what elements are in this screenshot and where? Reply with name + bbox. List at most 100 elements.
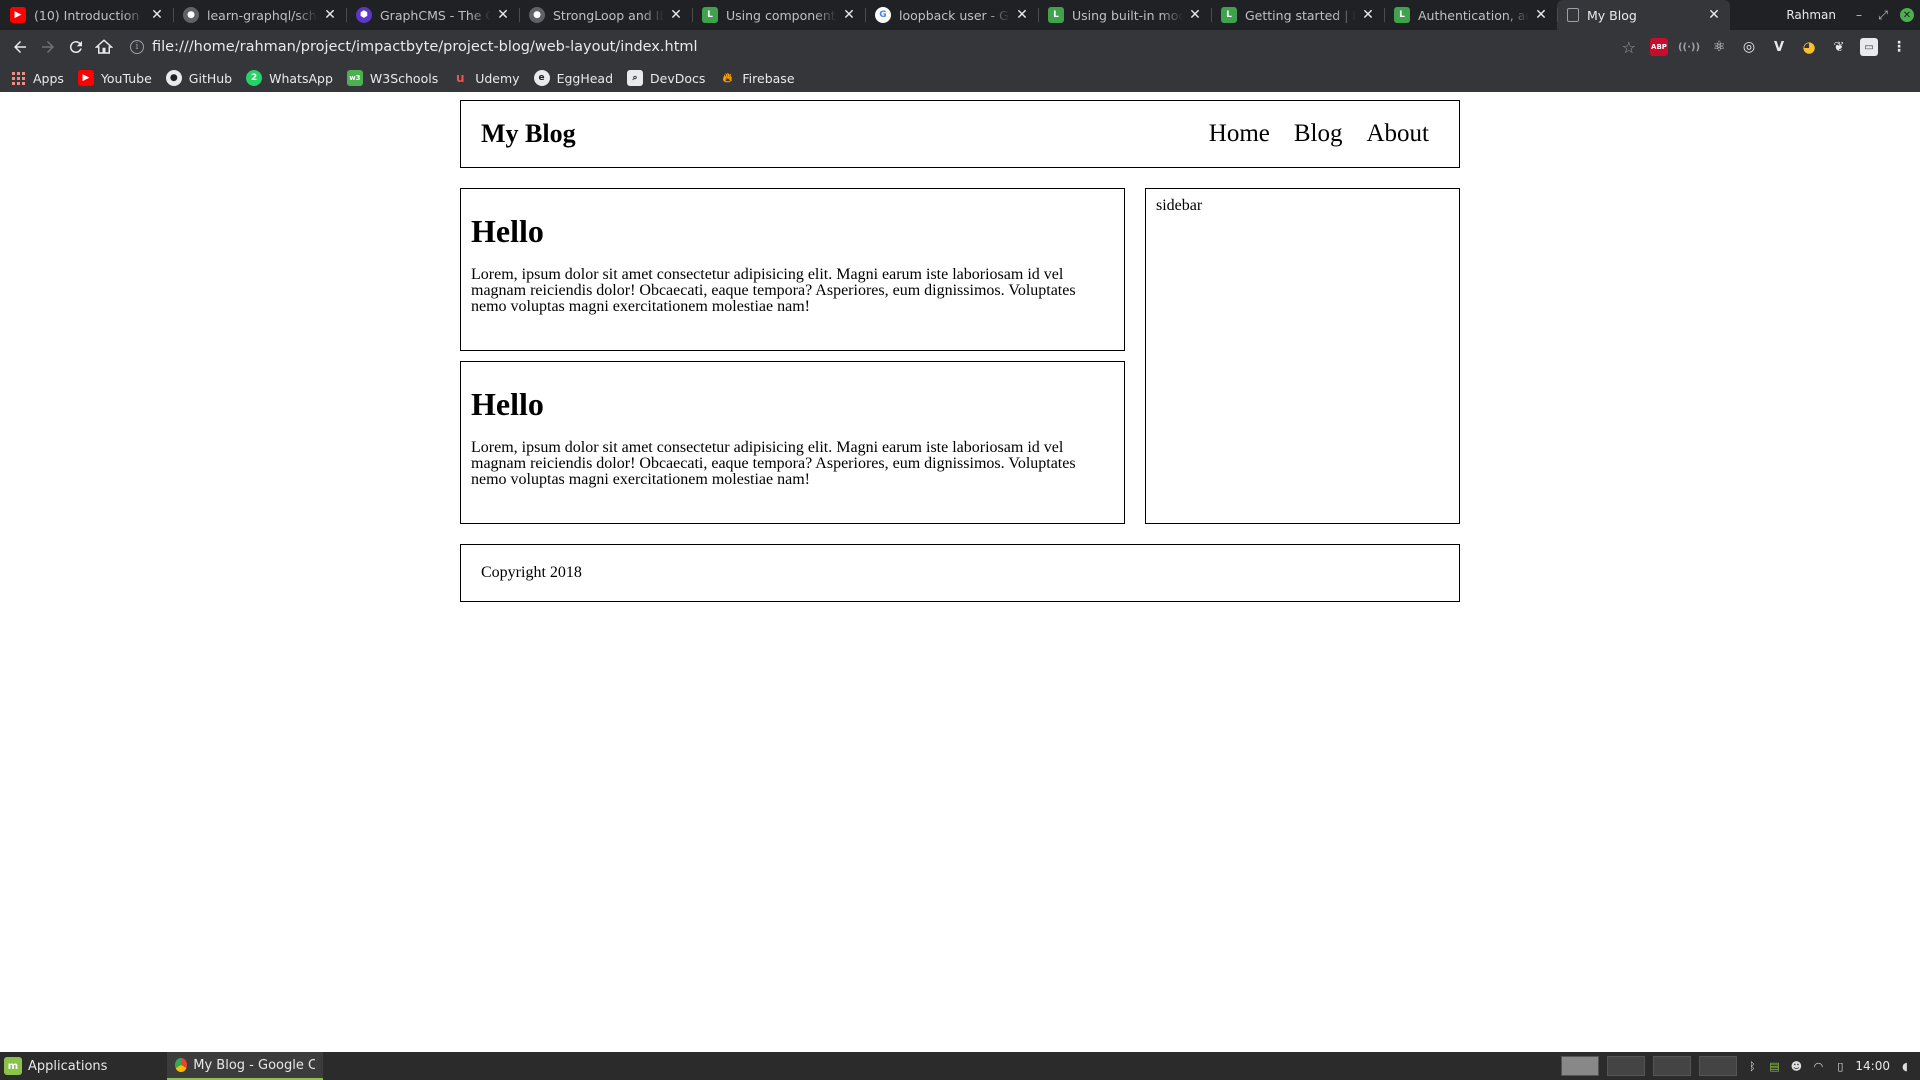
tab-my-blog[interactable]: My Blog ✕ <box>1557 0 1730 30</box>
tab-built-in-models[interactable]: L Using built-in model ✕ <box>1038 0 1211 30</box>
tab-getting-started[interactable]: L Getting started | Lo ✕ <box>1211 0 1384 30</box>
bookmark-label: YouTube <box>100 70 152 86</box>
bookmark-youtube[interactable]: ▶ YouTube <box>77 70 152 86</box>
close-icon[interactable]: ✕ <box>1706 7 1722 23</box>
reload-button[interactable] <box>62 33 90 61</box>
home-button[interactable] <box>90 33 118 61</box>
close-icon[interactable]: ✕ <box>841 7 857 23</box>
bluetooth-icon[interactable]: ᛒ <box>1745 1059 1759 1073</box>
bookmark-star-icon[interactable]: ☆ <box>1622 38 1636 57</box>
loopback-icon: L <box>702 7 718 23</box>
bookmark-udemy[interactable]: u Udemy <box>452 70 520 86</box>
url-text[interactable]: file:///home/rahman/project/impactbyte/p… <box>152 39 698 55</box>
sidebar: sidebar <box>1145 188 1460 524</box>
tab-graphcms[interactable]: ⬢ GraphCMS - The Gr ✕ <box>346 0 519 30</box>
taskbar-window-title: My Blog - Google Ch... <box>193 1057 316 1073</box>
bookmark-firebase[interactable]: 🔥︎ Firebase <box>719 70 795 86</box>
pacman-icon[interactable]: ◕ <box>1800 38 1818 56</box>
devdocs-icon: ⌕ <box>627 70 644 86</box>
close-window-icon[interactable]: ✕ <box>1900 8 1914 22</box>
bookmark-github[interactable]: ● GitHub <box>165 70 233 86</box>
site-footer: Copyright 2018 <box>460 544 1460 602</box>
tab-strongloop[interactable]: ● StrongLoop and IBM ✕ <box>519 0 692 30</box>
article-heading: Hello <box>471 213 544 249</box>
applications-menu-button[interactable]: m Applications <box>0 1052 117 1080</box>
bookmark-label: WhatsApp <box>269 70 333 86</box>
close-icon[interactable]: ✕ <box>1014 7 1030 23</box>
bug-icon[interactable]: ❦ <box>1830 38 1848 56</box>
workspace-4[interactable] <box>1699 1056 1738 1076</box>
bookmark-apps[interactable]: Apps <box>10 70 64 86</box>
close-icon[interactable]: ✕ <box>322 7 338 23</box>
bookmark-label: GitHub <box>188 70 233 86</box>
bookmark-label: Firebase <box>742 70 795 86</box>
tab-authentication[interactable]: L Authentication, auth ✕ <box>1384 0 1557 30</box>
home-icon <box>95 39 113 54</box>
site-header: My Blog Home Blog About <box>460 100 1460 168</box>
bookmark-whatsapp[interactable]: 2 WhatsApp <box>246 70 333 86</box>
tab-learn-graphql[interactable]: ● learn-graphql/schen ✕ <box>173 0 346 30</box>
address-bar[interactable]: i file:///home/rahman/project/impactbyte… <box>122 33 1650 61</box>
egghead-icon: e <box>533 70 550 86</box>
site-brand[interactable]: My Blog <box>481 119 576 149</box>
menu-kebab-icon[interactable]: ⋮ <box>1890 38 1908 56</box>
close-icon[interactable]: ✕ <box>1360 7 1376 23</box>
workspace-2[interactable] <box>1607 1056 1646 1076</box>
nav-link-home[interactable]: Home <box>1209 120 1270 148</box>
back-button[interactable] <box>6 33 34 61</box>
nav-link-blog[interactable]: Blog <box>1294 120 1343 148</box>
bookmark-label: DevDocs <box>650 70 706 86</box>
whatsapp-icon: 2 <box>246 70 263 86</box>
tab-title: Using components <box>726 7 837 23</box>
article-body: Lorem, ipsum dolor sit amet consectetur … <box>471 266 1076 315</box>
user-icon[interactable]: ☻ <box>1789 1059 1803 1073</box>
graphcms-icon: ⬢ <box>356 7 372 23</box>
close-icon[interactable]: ✕ <box>149 7 165 23</box>
workspace-3[interactable] <box>1653 1056 1692 1076</box>
github-icon: ● <box>529 7 545 23</box>
nav-link-about[interactable]: About <box>1367 120 1430 148</box>
workspace-1[interactable] <box>1561 1056 1600 1076</box>
tab-title: Using built-in model <box>1072 7 1183 23</box>
close-icon[interactable]: ✕ <box>1533 7 1549 23</box>
tab-youtube-intro[interactable]: ▶ (10) Introduction To ✕ <box>0 0 173 30</box>
bookmark-w3schools[interactable]: w3 W3Schools <box>346 70 439 86</box>
bookmark-egghead[interactable]: e EggHead <box>533 70 613 86</box>
update-manager-icon[interactable]: ▤ <box>1767 1059 1781 1073</box>
bookmark-label: W3Schools <box>369 70 439 86</box>
maximize-icon[interactable]: ⤢ <box>1876 8 1890 23</box>
tab-loopback-user-google[interactable]: G loopback user - Goo ✕ <box>865 0 1038 30</box>
clock[interactable]: 14:00 <box>1855 1059 1890 1073</box>
abp-icon[interactable]: ABP <box>1650 38 1668 56</box>
vue-icon[interactable]: V <box>1770 38 1788 56</box>
volume-icon[interactable]: ◖ <box>1898 1059 1912 1073</box>
taskbar-window-button[interactable]: My Blog - Google Ch... <box>167 1052 324 1080</box>
forward-button[interactable] <box>34 33 62 61</box>
tab-title: (10) Introduction To <box>34 7 145 23</box>
chrome-icon <box>175 1058 188 1072</box>
github-icon: ● <box>165 70 182 86</box>
profile-name[interactable]: Rahman <box>1786 8 1836 22</box>
forward-arrow-icon <box>42 41 54 53</box>
youtube-icon: ▶ <box>77 70 94 86</box>
minimize-icon[interactable]: – <box>1852 8 1866 22</box>
circle-icon[interactable]: ◎ <box>1740 38 1758 56</box>
close-icon[interactable]: ✕ <box>495 7 511 23</box>
tab-title: StrongLoop and IBM <box>553 7 664 23</box>
message-icon[interactable]: ▭ <box>1860 38 1878 56</box>
close-icon[interactable]: ✕ <box>668 7 684 23</box>
wifi-icon[interactable]: ◠ <box>1811 1059 1825 1073</box>
article-list: Hello Lorem, ipsum dolor sit amet consec… <box>460 188 1125 524</box>
github-icon: ● <box>183 7 199 23</box>
cast-icon[interactable]: ((·)) <box>1678 38 1700 56</box>
loopback-icon: L <box>1394 7 1410 23</box>
tab-title: learn-graphql/schen <box>207 7 318 23</box>
close-icon[interactable]: ✕ <box>1187 7 1203 23</box>
battery-icon[interactable]: ▯ <box>1833 1059 1847 1073</box>
apps-icon <box>10 70 26 86</box>
bookmark-devdocs[interactable]: ⌕ DevDocs <box>627 70 705 86</box>
tab-using-components[interactable]: L Using components ✕ <box>692 0 865 30</box>
react-icon[interactable]: ⚛ <box>1710 38 1728 56</box>
article-card: Hello Lorem, ipsum dolor sit amet consec… <box>460 188 1125 351</box>
info-icon[interactable]: i <box>130 40 144 54</box>
